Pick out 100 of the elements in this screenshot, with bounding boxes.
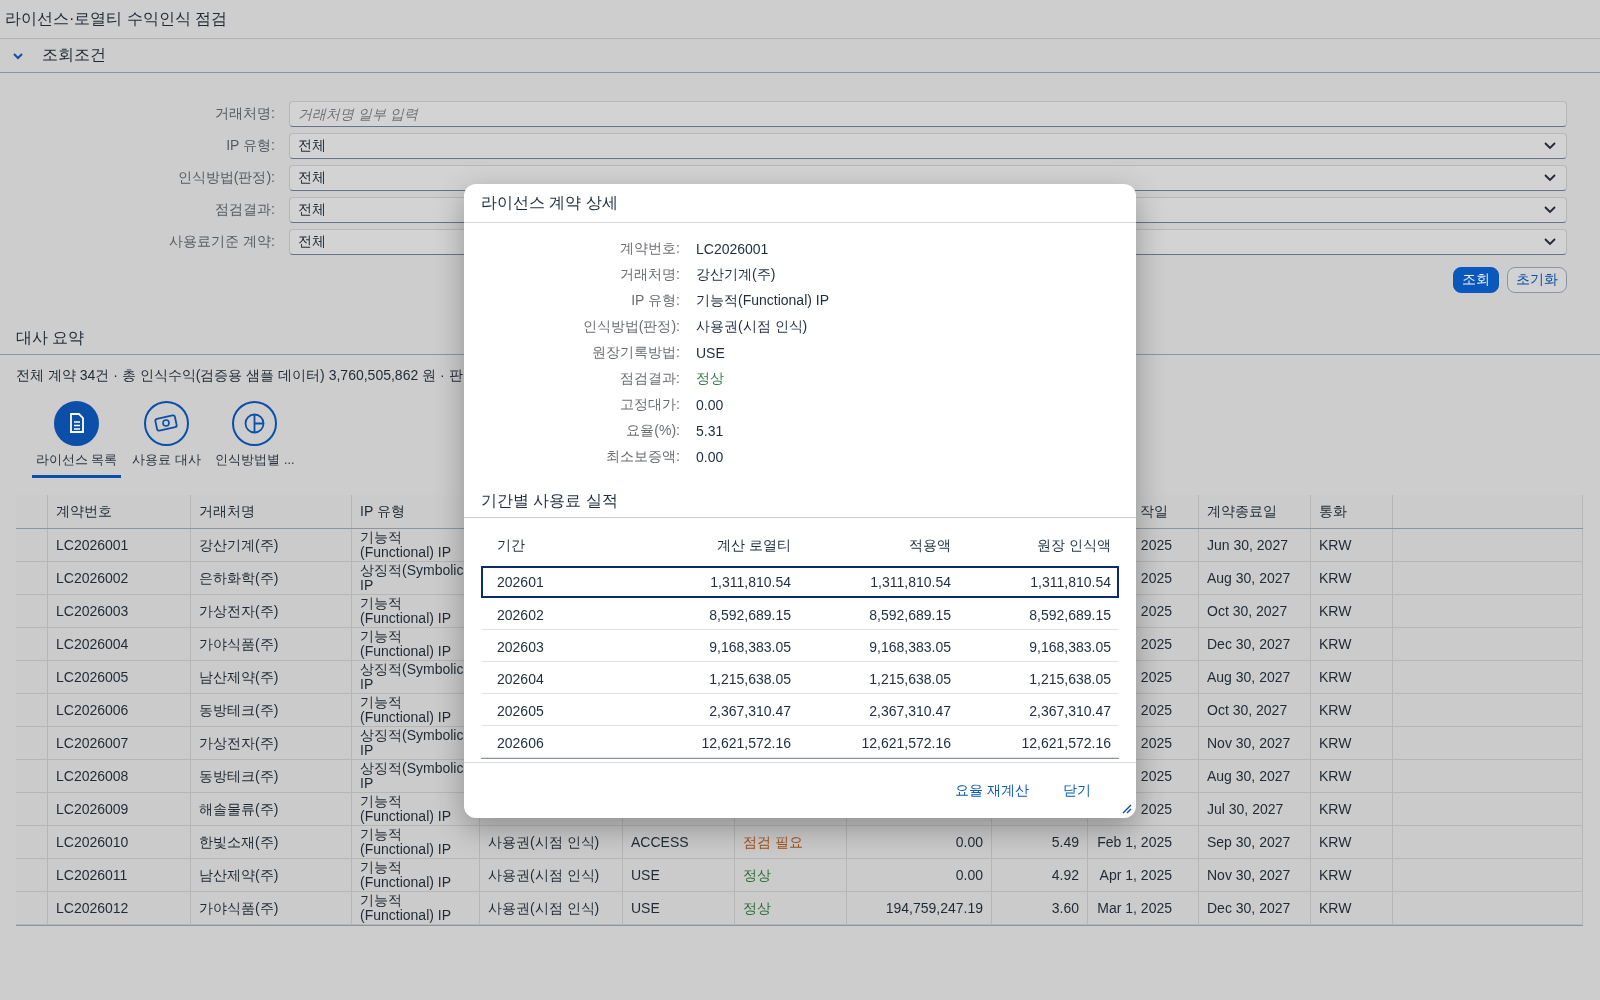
- table-cell: KRW: [1319, 834, 1352, 850]
- table-cell: 2025: [1140, 570, 1172, 586]
- column-header: 기간: [497, 537, 526, 555]
- table-cell: LC2026010: [56, 834, 129, 850]
- detail-label: 인식방법(판정):: [581, 318, 680, 336]
- table-cell: Feb 1, 2025: [1097, 834, 1172, 850]
- table-cell: 상징적(Symbolic IP: [360, 662, 464, 692]
- table-cell: 가상전자(주): [199, 735, 279, 751]
- table-cell: 2025: [1140, 735, 1172, 751]
- detail-value: 기능적(Functional) IP: [696, 292, 831, 310]
- table-cell: 2025: [1140, 669, 1172, 685]
- panel-title: 조회조건: [42, 45, 106, 65]
- table-cell: 2025: [1140, 768, 1172, 784]
- column-header: 원장 인식액: [1036, 537, 1111, 555]
- filter-label: 점검결과:: [214, 201, 275, 219]
- table-cell: KRW: [1319, 768, 1352, 784]
- table-cell: Jun 30, 2027: [1207, 537, 1288, 553]
- table-cell: 기능적 (Functional) IP: [360, 893, 452, 923]
- table-cell: Aug 30, 2027: [1207, 570, 1291, 586]
- table-cell: 3.60: [1051, 900, 1079, 916]
- table-cell: 기능적 (Functional) IP: [360, 596, 452, 626]
- table-cell: 강산기계(주): [199, 537, 279, 553]
- detail-value: 0.00: [696, 397, 725, 413]
- detail-label: 거래처명:: [619, 266, 680, 284]
- table-cell: 4.92: [1051, 867, 1079, 883]
- table-cell: 기능적 (Functional) IP: [360, 794, 452, 824]
- column-header: 계산 로열티: [716, 537, 791, 555]
- table-cell: KRW: [1319, 900, 1352, 916]
- table-cell: LC2026012: [56, 900, 129, 916]
- table-cell: 사용권(시점 인식): [488, 900, 600, 916]
- table-cell: 2025: [1140, 801, 1172, 817]
- table-cell: KRW: [1319, 867, 1352, 883]
- table-cell: LC2026008: [56, 768, 129, 784]
- table-cell: KRW: [1319, 603, 1352, 619]
- table-cell: Apr 1, 2025: [1099, 867, 1172, 883]
- detail-label: 최소보증액:: [605, 448, 680, 466]
- table-cell: 기능적 (Functional) IP: [360, 827, 452, 857]
- table-cell: 2025: [1140, 636, 1172, 652]
- table-cell: 가야식품(주): [199, 636, 279, 652]
- table-cell: 사용권(시점 인식): [488, 834, 600, 850]
- table-cell: KRW: [1319, 537, 1352, 553]
- column-header: 적용액: [908, 537, 951, 555]
- table-cell: 2025: [1140, 537, 1172, 553]
- table-cell: 남산제약(주): [199, 867, 279, 883]
- detail-value: 강산기계(주): [696, 266, 777, 284]
- page-title: 라이선스·로열티 수익인식 점검: [5, 8, 228, 29]
- table-cell: KRW: [1319, 801, 1352, 817]
- detail-value: 정상: [696, 370, 725, 388]
- panel-title: 대사 요약: [16, 328, 85, 348]
- filter-label: 사용료기준 계약:: [168, 233, 275, 251]
- table-cell: 남산제약(주): [199, 669, 279, 685]
- status-text: 점검 필요: [743, 834, 803, 850]
- table-cell: Mar 1, 2025: [1097, 900, 1172, 916]
- table-cell: ACCESS: [631, 834, 689, 850]
- table-cell: 해솔물류(주): [199, 801, 279, 817]
- table-cell: 0.00: [955, 834, 983, 850]
- table-cell: KRW: [1319, 669, 1352, 685]
- detail-label: 계약번호:: [619, 240, 680, 258]
- table-cell: Oct 30, 2027: [1207, 702, 1288, 718]
- table-cell: 기능적 (Functional) IP: [360, 629, 452, 659]
- table-cell: 194,759,247.19: [885, 900, 983, 916]
- table-cell: KRW: [1319, 636, 1352, 652]
- table-cell: LC2026007: [56, 735, 129, 751]
- table-cell: LC2026006: [56, 702, 129, 718]
- detail-label: IP 유형:: [630, 292, 680, 310]
- table-cell: Aug 30, 2027: [1207, 669, 1291, 685]
- table-cell: 은하화학(주): [199, 570, 279, 586]
- table-cell: 0.00: [955, 867, 983, 883]
- table-cell: Dec 30, 2027: [1207, 900, 1291, 916]
- table-cell: Aug 30, 2027: [1207, 768, 1291, 784]
- detail-label: 원장기록방법:: [591, 344, 680, 362]
- detail-label: 요율(%):: [625, 422, 680, 440]
- table-cell: 사용권(시점 인식): [488, 867, 600, 883]
- table-cell: LC2026005: [56, 669, 129, 685]
- table-cell: 가야식품(주): [199, 900, 279, 916]
- table-cell: Nov 30, 2027: [1207, 867, 1291, 883]
- status-text: 정상: [743, 867, 771, 883]
- table-cell: LC2026001: [56, 537, 129, 553]
- table-cell: KRW: [1319, 570, 1352, 586]
- table-cell: LC2026011: [56, 867, 128, 883]
- table-cell: 상징적(Symbolic IP: [360, 728, 464, 758]
- table-cell: 기능적 (Functional) IP: [360, 860, 452, 890]
- status-text: 정상: [743, 900, 771, 916]
- section-title: 기간별 사용료 실적: [481, 491, 618, 511]
- table-cell: 동방테크(주): [199, 768, 279, 784]
- table-cell: Jul 30, 2027: [1207, 801, 1284, 817]
- table-cell: Nov 30, 2027: [1207, 735, 1291, 751]
- detail-value: 5.31: [696, 423, 725, 439]
- summary-text: 전체 계약 34건 · 총 인식수익(검증용 샘플 데이터) 3,760,505,862 원 · 판: [16, 367, 463, 383]
- table-cell: 상징적(Symbolic IP: [360, 761, 464, 791]
- table-cell: Sep 30, 2027: [1207, 834, 1291, 850]
- table-cell: LC2026003: [56, 603, 129, 619]
- table-cell: Dec 30, 2027: [1207, 636, 1291, 652]
- dialog-title: 라이선스 계약 상세: [481, 192, 618, 213]
- table-cell: 기능적 (Functional) IP: [360, 695, 452, 725]
- table-cell: LC2026004: [56, 636, 129, 652]
- table-cell: 동방테크(주): [199, 702, 279, 718]
- table-cell: 2025: [1140, 702, 1172, 718]
- detail-label: 점검결과:: [619, 370, 680, 388]
- table-cell: USE: [631, 867, 660, 883]
